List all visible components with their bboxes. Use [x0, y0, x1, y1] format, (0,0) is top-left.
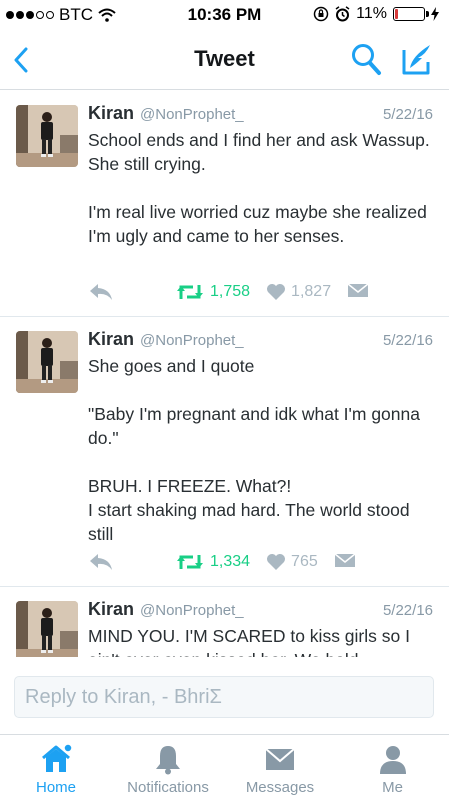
tab-notifications[interactable]: Notifications — [112, 735, 224, 800]
bell-icon — [156, 746, 180, 775]
tweet-text: MIND YOU. I'M SCARED to kiss girls so I … — [88, 626, 410, 657]
person-icon — [379, 746, 406, 774]
tweet[interactable]: Kiran @NonProphet_ 5/22/16 MIND YOU. I'M… — [0, 587, 449, 657]
charging-bolt-icon — [431, 7, 439, 21]
author-name[interactable]: Kiran — [88, 599, 134, 620]
reply-icon — [90, 554, 112, 570]
rotation-lock-icon — [313, 6, 329, 22]
tab-bar: Home Notifications Messages Me — [0, 734, 449, 800]
battery-icon — [393, 7, 429, 21]
like-count: 765 — [291, 553, 318, 570]
like-button[interactable]: 765 — [266, 553, 318, 571]
tweet-text: School ends and I find her and ask Wassu… — [88, 130, 430, 246]
tab-label: Home — [35, 779, 76, 796]
reply-icon — [90, 284, 112, 300]
tab-label: Me — [382, 779, 403, 796]
reply-button[interactable] — [88, 552, 114, 572]
reply-button[interactable] — [88, 282, 114, 302]
status-bar: BTC 10:36 PM 11% — [0, 0, 449, 30]
tab-messages[interactable]: Messages — [224, 735, 336, 800]
tab-home[interactable]: Home — [0, 735, 112, 800]
retweet-icon — [177, 555, 203, 569]
dm-icon — [347, 283, 369, 297]
tweet-actions: 1,758 1,827 — [88, 282, 369, 302]
retweet-count: 1,758 — [210, 283, 251, 300]
author-handle[interactable]: @NonProphet_ — [140, 602, 244, 619]
reply-input[interactable] — [14, 676, 434, 718]
search-button[interactable] — [350, 42, 384, 78]
tab-label: Messages — [245, 779, 315, 796]
retweet-count: 1,334 — [210, 553, 251, 570]
home-icon — [42, 743, 73, 772]
nav-bar: Tweet — [0, 30, 449, 90]
avatar[interactable] — [16, 331, 78, 393]
tweet-date: 5/22/16 — [382, 106, 433, 123]
retweet-button[interactable]: 1,758 — [176, 283, 250, 301]
tab-label: Notifications — [127, 779, 209, 796]
tweet-date: 5/22/16 — [382, 332, 433, 349]
like-button[interactable]: 1,827 — [266, 283, 331, 301]
author-handle[interactable]: @NonProphet_ — [140, 106, 244, 123]
compose-icon — [402, 45, 430, 75]
retweet-icon — [177, 285, 203, 299]
envelope-icon — [265, 748, 295, 770]
tweet-date: 5/22/16 — [382, 602, 433, 619]
author-name[interactable]: Kiran — [88, 329, 134, 350]
tweet[interactable]: Kiran @NonProphet_ 5/22/16 School ends a… — [0, 91, 449, 317]
tweet-text: She goes and I quote "Baby I'm pregnant … — [88, 356, 420, 544]
avatar[interactable] — [16, 105, 78, 167]
heart-icon — [267, 554, 286, 570]
dm-icon — [334, 553, 356, 567]
author-handle[interactable]: @NonProphet_ — [140, 332, 244, 349]
reply-bar — [0, 657, 449, 734]
tweet[interactable]: Kiran @NonProphet_ 5/22/16 She goes and … — [0, 317, 449, 587]
author-name[interactable]: Kiran — [88, 103, 134, 124]
direct-message-button[interactable] — [347, 283, 369, 301]
alarm-icon — [335, 6, 350, 22]
search-icon — [352, 44, 381, 75]
like-count: 1,827 — [291, 283, 332, 300]
avatar[interactable] — [16, 601, 78, 657]
tab-me[interactable]: Me — [336, 735, 449, 800]
tweet-thread: Kiran @NonProphet_ 5/22/16 School ends a… — [0, 91, 449, 657]
heart-icon — [267, 284, 286, 300]
compose-button[interactable] — [400, 42, 436, 78]
retweet-button[interactable]: 1,334 — [176, 553, 250, 571]
direct-message-button[interactable] — [334, 553, 356, 571]
battery-percent: 11% — [356, 5, 387, 22]
tweet-actions: 1,334 765 — [88, 552, 356, 572]
